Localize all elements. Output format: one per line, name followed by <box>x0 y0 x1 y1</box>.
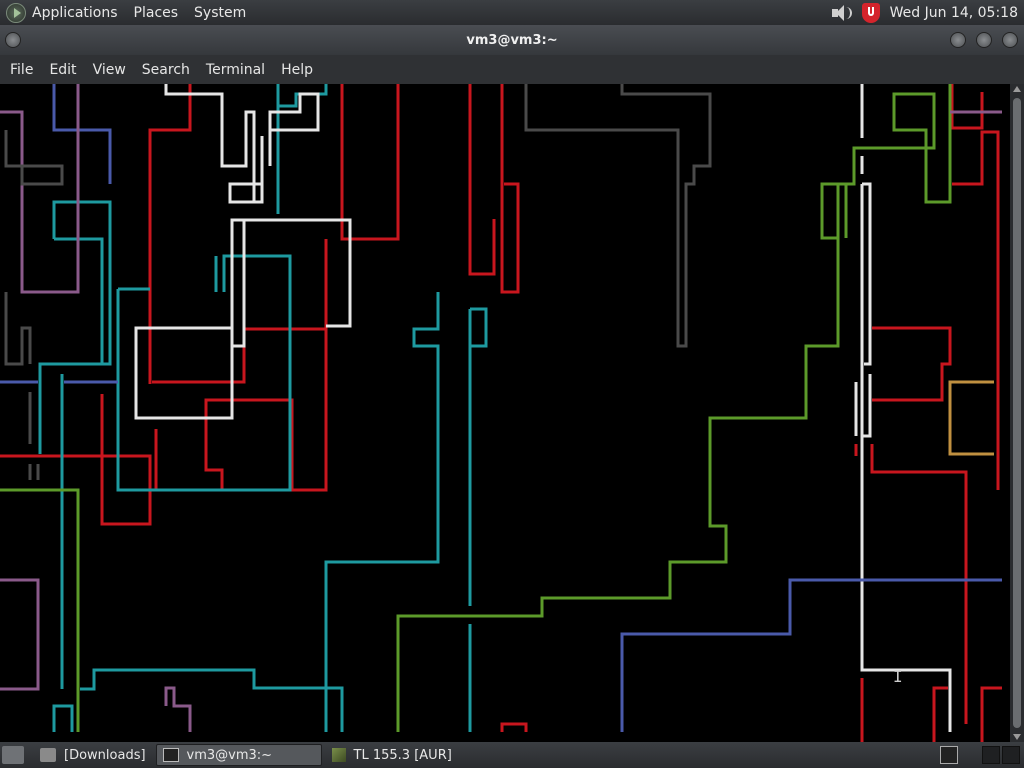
minimize-button[interactable] <box>950 32 966 48</box>
window-title: vm3@vm3:~ <box>466 32 558 48</box>
menu-file[interactable]: File <box>10 62 33 78</box>
pipe-red <box>340 84 400 241</box>
pipe-cyan <box>324 292 440 732</box>
menu-help[interactable]: Help <box>281 62 313 78</box>
pipe-red <box>500 722 528 732</box>
terminal-output[interactable]: I <box>0 84 1010 742</box>
show-desktop-icon[interactable] <box>2 746 24 764</box>
folder-icon <box>40 748 56 762</box>
pipe-red <box>870 444 968 724</box>
security-shield-icon[interactable] <box>861 2 880 23</box>
workspace-1[interactable] <box>982 746 1000 764</box>
menu-edit[interactable]: Edit <box>49 62 76 78</box>
menu-system[interactable]: System <box>194 5 246 21</box>
pipe-red <box>154 329 328 492</box>
tray-terminal-icon[interactable] <box>940 746 958 764</box>
close-button[interactable] <box>1002 32 1018 48</box>
terminal-scrollbar[interactable] <box>1010 84 1024 742</box>
pipe-red <box>872 326 952 402</box>
pipe-red <box>0 394 152 526</box>
pipe-purple <box>164 686 192 732</box>
pipe-cyan <box>470 307 488 348</box>
pipe-cyan <box>52 704 74 732</box>
pipe-red <box>950 84 984 130</box>
top-panel: Applications Places System Wed Jun 14, 0… <box>0 0 1024 25</box>
pipe-blue <box>620 578 1002 732</box>
scroll-down-icon[interactable] <box>1013 734 1021 740</box>
taskbar-item-terminal[interactable]: vm3@vm3:~ <box>155 744 322 766</box>
pipe-green <box>820 182 848 240</box>
workspace-2[interactable] <box>1002 746 1020 764</box>
terminal-icon <box>162 748 179 762</box>
terminal-menubar: File Edit View Search Terminal Help <box>0 55 1024 84</box>
taskbar-item-downloads[interactable]: [Downloads] <box>34 744 152 766</box>
pipe-gray <box>524 84 712 348</box>
menu-terminal[interactable]: Terminal <box>206 62 265 78</box>
scroll-up-icon[interactable] <box>1013 86 1021 92</box>
menu-search[interactable]: Search <box>142 62 190 78</box>
pipe-white <box>134 220 246 420</box>
pipe-red <box>468 84 496 276</box>
pipe-purple <box>0 578 40 691</box>
mouse-ibeam-cursor: I <box>893 667 903 686</box>
pipe-red <box>932 686 948 742</box>
pipe-cyan <box>80 668 344 732</box>
pipes-screensaver <box>0 84 1002 742</box>
menu-applications[interactable]: Applications <box>32 5 118 21</box>
pipe-red <box>980 686 1002 742</box>
window-titlebar[interactable]: vm3@vm3:~ <box>0 25 1024 55</box>
clock[interactable]: Wed Jun 14, 05:18 <box>890 5 1018 21</box>
window-menu-button[interactable] <box>5 32 21 48</box>
bottom-panel: [Downloads] vm3@vm3:~ TL 155.3 [AUR] <box>0 742 1024 768</box>
pipe-purple <box>0 84 80 294</box>
pipe-gray <box>4 130 64 186</box>
menu-places[interactable]: Places <box>134 5 179 21</box>
scrollbar-thumb[interactable] <box>1013 98 1021 728</box>
pipe-gray <box>4 292 32 366</box>
taskbar-item-label: vm3@vm3:~ <box>186 747 273 763</box>
menu-view[interactable]: View <box>93 62 126 78</box>
cube-icon <box>331 748 346 762</box>
workspace-switcher[interactable] <box>980 746 1020 764</box>
system-tray: Wed Jun 14, 05:18 <box>830 0 1018 25</box>
pipe-red <box>152 239 328 384</box>
pipe-orange <box>948 380 994 456</box>
maximize-button[interactable] <box>976 32 992 48</box>
taskbar-item-label: [Downloads] <box>64 747 146 763</box>
taskbar-item-label: TL 155.3 [AUR] <box>353 747 452 763</box>
taskbar-item-tl[interactable]: TL 155.3 [AUR] <box>326 744 458 766</box>
pipe-red <box>500 84 520 294</box>
pipe-white <box>860 184 952 732</box>
pipe-red <box>148 84 192 384</box>
distro-logo-icon[interactable] <box>6 2 26 23</box>
volume-icon[interactable] <box>830 4 852 22</box>
pipe-red <box>952 130 1000 490</box>
